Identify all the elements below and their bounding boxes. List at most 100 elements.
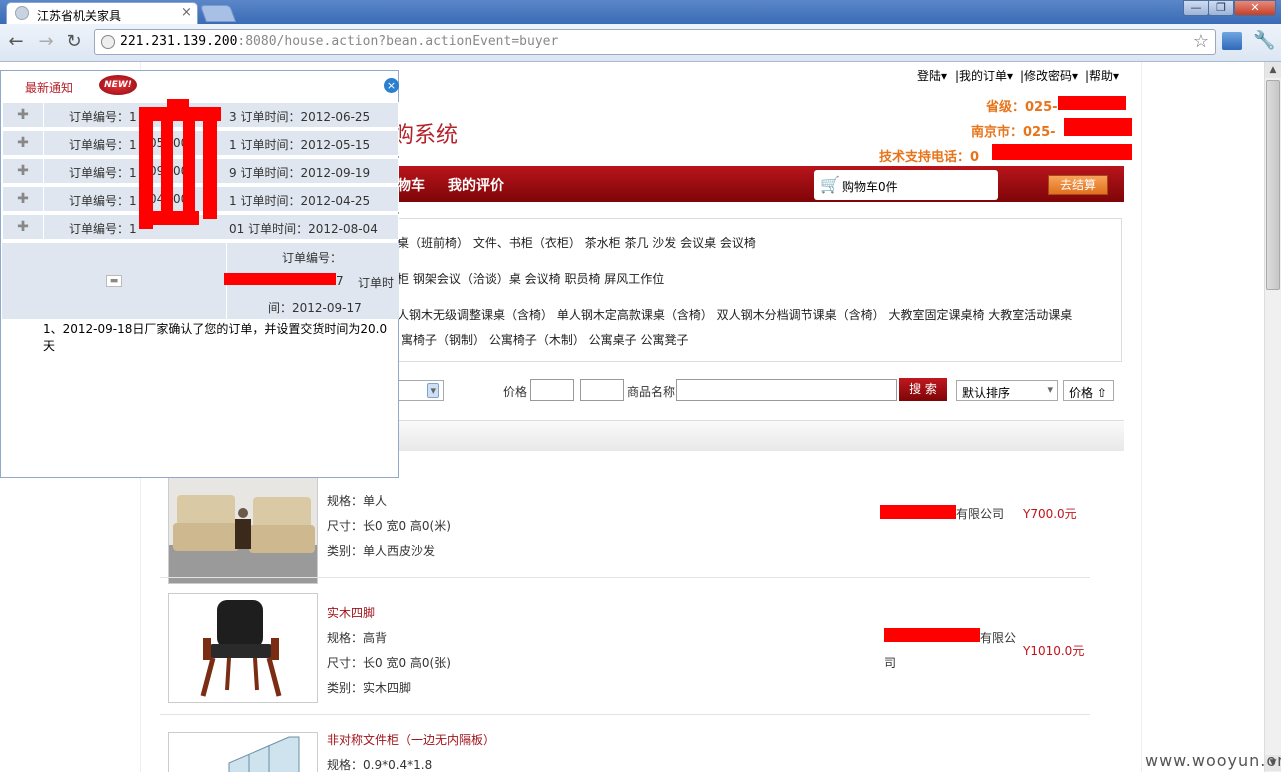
- nav-login[interactable]: 登陆▾: [917, 67, 947, 84]
- wrench-icon[interactable]: 🔧: [1253, 30, 1275, 51]
- product-image-chair[interactable]: [168, 593, 318, 703]
- popup-title: 最新通知: [25, 81, 74, 95]
- order-id: 订单编号：1: [69, 110, 137, 124]
- price-label: 价格: [503, 385, 528, 399]
- product-spec: 规格：高背: [327, 631, 388, 645]
- category-line-dorm[interactable]: 寓椅子（钢制） 公寓椅子（木制） 公寓桌子 公寓凳子: [401, 331, 688, 348]
- category-line-office[interactable]: 桌（班前椅） 文件、书柜（衣柜） 茶水柜 茶几 沙发 会议桌 会议椅: [397, 234, 756, 251]
- cart-icon: 🛒: [820, 175, 840, 194]
- reload-button[interactable]: ↻: [62, 30, 86, 54]
- expanded-order[interactable]: ▬ 订单编号： 7 订单时 间：2012-09-17: [2, 243, 399, 319]
- url-text: 221.231.139.200:8080/house.action?bean.a…: [120, 34, 558, 49]
- scrollbar-thumb[interactable]: [1266, 80, 1280, 290]
- expanded-order-id-label: 订单编号：: [282, 251, 343, 265]
- collapse-minus-icon[interactable]: ▬: [106, 275, 122, 287]
- product-category: 类别：实木四脚: [327, 681, 412, 695]
- product-size: 尺寸：长0 宽0 高0(米): [327, 519, 451, 533]
- address-bar[interactable]: 221.231.139.200:8080/house.action?bean.a…: [94, 29, 1216, 55]
- expand-plus-icon[interactable]: ✚: [3, 131, 44, 155]
- redaction-mark: [880, 505, 956, 519]
- url-host: 221.231.139.200: [120, 34, 238, 49]
- scroll-up-arrow-icon[interactable]: ▲: [1265, 62, 1281, 78]
- browser-tab[interactable]: 江苏省机关家具 ×: [6, 2, 198, 24]
- product-separator: [160, 577, 1090, 578]
- product-size: 尺寸：长0 宽0 高0(张): [327, 656, 451, 670]
- redaction-scribble: [139, 99, 221, 229]
- product-image-sofa[interactable]: [168, 474, 318, 584]
- bookmark-star-icon[interactable]: ☆: [1193, 31, 1209, 52]
- expand-plus-icon[interactable]: ✚: [3, 103, 44, 127]
- window-close-button[interactable]: ✕: [1234, 0, 1276, 16]
- expanded-order-id-tail: 7: [336, 274, 344, 288]
- popup-close-button[interactable]: ×: [384, 78, 399, 93]
- product-category: 类别：单人西皮沙发: [327, 544, 436, 558]
- page-scrollbar[interactable]: ▲ ▼: [1264, 62, 1281, 772]
- product-price: Y1010.0元: [1023, 644, 1085, 658]
- order-id: 订单编号：1: [69, 222, 137, 236]
- expand-plus-icon[interactable]: ✚: [3, 187, 44, 211]
- cart-label: 购物车0件: [842, 180, 898, 194]
- product-separator: [160, 714, 1090, 715]
- price-sort-button[interactable]: 价格 ⇧: [1063, 380, 1114, 401]
- sofa-image: [169, 475, 317, 583]
- nav-change-password[interactable]: |修改密码▾: [1020, 67, 1078, 84]
- minimize-button[interactable]: —: [1183, 0, 1209, 16]
- maximize-button[interactable]: ❐: [1208, 0, 1234, 16]
- product-image-cabinet[interactable]: [168, 732, 318, 772]
- new-badge: NEW!: [99, 75, 137, 95]
- expand-plus-icon[interactable]: ✚: [3, 215, 44, 239]
- expanded-order-time: 间：2012-09-17: [268, 301, 362, 315]
- cart-box[interactable]: 🛒 购物车0件: [814, 170, 998, 200]
- price-min-input[interactable]: [530, 379, 574, 401]
- order-time: 9 订单时间：2012-09-19: [229, 166, 371, 180]
- site-title: 购系统: [392, 123, 459, 148]
- globe-icon: [15, 6, 29, 20]
- category-line-steel[interactable]: 柜 钢架会议（洽谈）桌 会议椅 职员椅 屏风工作位: [397, 270, 664, 287]
- tab-close-icon[interactable]: ×: [181, 5, 192, 20]
- order-time: 1 订单时间：2012-04-25: [229, 194, 371, 208]
- forward-button[interactable]: →: [34, 30, 58, 54]
- search-button[interactable]: 搜 索: [899, 378, 947, 401]
- page-menu-icon[interactable]: [1222, 32, 1242, 50]
- order-id: 订单编号：1: [69, 194, 137, 208]
- nav-my-reviews[interactable]: 我的评价: [448, 175, 504, 195]
- product-company: 有限公: [980, 631, 1017, 645]
- redaction-mark: [1058, 96, 1126, 110]
- order-time: 1 订单时间：2012-05-15: [229, 138, 371, 152]
- sort-select[interactable]: 默认排序 ▾: [956, 380, 1058, 401]
- expanded-order-time-label: 订单时: [358, 276, 395, 290]
- chair-image: [169, 594, 317, 702]
- product-spec: 规格：单人: [327, 494, 388, 508]
- nav-cart[interactable]: 物车: [397, 175, 425, 195]
- tab-title: 江苏省机关家具: [37, 9, 122, 23]
- chevron-down-icon: ▾: [1047, 383, 1053, 396]
- page-info-icon[interactable]: [101, 35, 115, 49]
- browser-titlebar: 江苏省机关家具 × — ❐ ✕: [0, 0, 1281, 24]
- product-company-cont: 司: [884, 656, 897, 670]
- contact-support: 技术支持电话：0: [879, 150, 980, 165]
- order-time: 3 订单时间：2012-06-25: [229, 110, 371, 124]
- notification-popup: 最新通知 NEW! × ✚ 订单编号：1 3 订单时间：2012-06-25 ✚…: [0, 70, 399, 478]
- product-name[interactable]: 实木四脚: [327, 604, 375, 621]
- order-id: 订单编号：1: [69, 138, 137, 152]
- product-price: Y700.0元: [1023, 507, 1077, 521]
- redaction-mark: [992, 144, 1132, 160]
- sort-selected: 默认排序: [962, 386, 1011, 400]
- checkout-button[interactable]: 去结算: [1048, 175, 1108, 195]
- category-line-desks[interactable]: 人钢木无级调整课桌（含椅） 单人钢木定高款课桌（含椅） 双人钢木分档调节课桌（含…: [397, 306, 1072, 323]
- expand-plus-icon[interactable]: ✚: [3, 159, 44, 183]
- category-select[interactable]: ▾: [398, 380, 444, 401]
- product-name-input[interactable]: [676, 379, 897, 401]
- new-tab-button[interactable]: [199, 5, 237, 22]
- watermark: www.wooyun.org: [1145, 751, 1281, 770]
- nav-my-orders[interactable]: |我的订单▾: [955, 67, 1013, 84]
- product-spec: 规格：0.9*0.4*1.8: [327, 758, 433, 772]
- price-max-input[interactable]: [580, 379, 624, 401]
- back-button[interactable]: ←: [4, 30, 28, 54]
- order-id: 订单编号：1: [69, 166, 137, 180]
- nav-help[interactable]: |帮助▾: [1085, 67, 1119, 84]
- redaction-mark: [884, 628, 980, 642]
- url-path: :8080/house.action?bean.actionEvent=buye…: [237, 34, 559, 49]
- product-name[interactable]: 非对称文件柜（一边无内隔板）: [327, 731, 495, 748]
- product-company: 有限公司: [956, 507, 1005, 521]
